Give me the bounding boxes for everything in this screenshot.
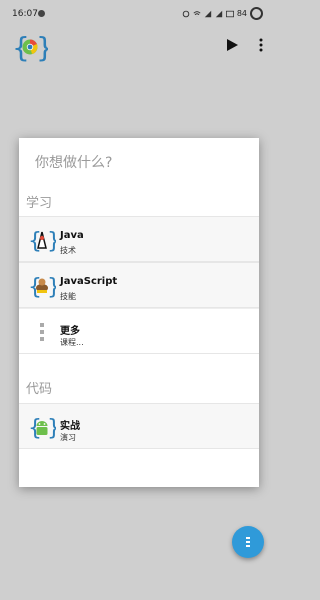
item-subtitle: 技能: [60, 292, 76, 301]
list-item-java[interactable]: { } Java 技术: [19, 216, 259, 262]
notification-icon: [38, 10, 45, 17]
item-title: JavaScript: [60, 276, 118, 287]
more-vert-icon[interactable]: [257, 37, 265, 53]
item-title: 更多: [60, 326, 80, 337]
list-item-practice[interactable]: { } 实战 演习: [19, 403, 259, 449]
svg-text:}: }: [47, 275, 56, 300]
signal-icon: [204, 10, 212, 17]
status-bar: 16:07 84: [0, 0, 277, 30]
braces-chrome-logo-icon[interactable]: { }: [12, 30, 48, 64]
svg-text:}: }: [47, 416, 56, 441]
android-icon: { }: [28, 416, 56, 441]
volte-icon: [225, 10, 234, 17]
app-bar: { }: [0, 28, 277, 64]
menu-dots-icon: [246, 537, 250, 547]
item-title: Java: [60, 230, 84, 241]
svg-text:}: }: [36, 31, 48, 64]
battery-level: 84: [236, 9, 247, 18]
item-subtitle: 技术: [60, 246, 76, 255]
status-time: 16:07: [12, 9, 38, 19]
signal-icon-2: [215, 10, 223, 17]
status-icons: 84: [182, 7, 263, 20]
svg-text:}: }: [47, 229, 56, 254]
alarm-icon: [182, 10, 190, 17]
play-icon[interactable]: [225, 38, 239, 52]
action-dialog: 你想做什么? 学习 { } Java 技术 { } JavaScript 技能 …: [19, 138, 259, 487]
section-title-code: 代码: [26, 382, 53, 397]
java-icon: { }: [28, 229, 56, 254]
list-item-javascript[interactable]: { } JavaScript 技能: [19, 262, 259, 308]
battery-icon: [250, 7, 263, 20]
item-subtitle: 演习: [60, 433, 76, 442]
wifi-icon: [193, 10, 201, 17]
floating-action-button[interactable]: [232, 526, 264, 558]
item-subtitle: 课程...: [60, 338, 84, 347]
item-title: 实战: [60, 421, 80, 432]
dialog-prompt: 你想做什么?: [35, 155, 113, 171]
more-dots-icon: [40, 323, 44, 341]
javascript-icon: { }: [28, 275, 56, 300]
list-item-more[interactable]: 更多 课程...: [19, 308, 259, 354]
section-title-learn: 学习: [26, 196, 53, 211]
